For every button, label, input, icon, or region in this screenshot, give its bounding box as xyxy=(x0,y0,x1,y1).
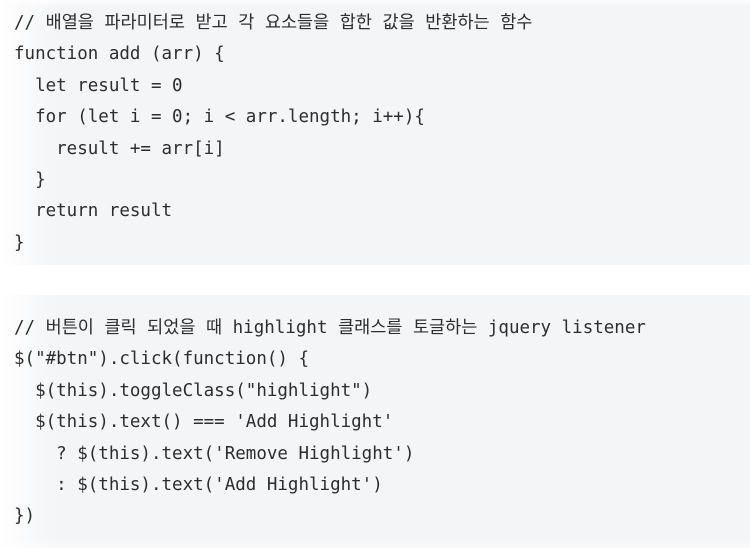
bottom-highlight-wash xyxy=(0,538,750,548)
code-snippets-page: // 배열을 파라미터로 받고 각 요소들을 합한 값을 반환하는 함수 fun… xyxy=(0,0,750,548)
code-text-jquery-listener: // 버튼이 클릭 되었을 때 highlight 클래스를 토글하는 jque… xyxy=(14,318,646,527)
top-highlight-wash xyxy=(0,0,750,6)
block-separator xyxy=(0,265,750,295)
code-text-add-function: // 배열을 파라미터로 받고 각 요소들을 합한 값을 반환하는 함수 fun… xyxy=(14,13,533,253)
code-block-add-function: // 배열을 파라미터로 받고 각 요소들을 합한 값을 반환하는 함수 fun… xyxy=(0,0,750,265)
code-block-jquery-listener: // 버튼이 클릭 되었을 때 highlight 클래스를 토글하는 jque… xyxy=(0,295,750,548)
